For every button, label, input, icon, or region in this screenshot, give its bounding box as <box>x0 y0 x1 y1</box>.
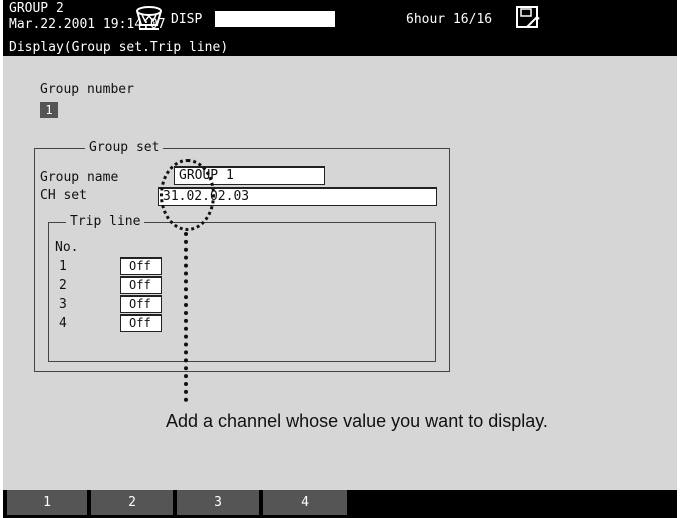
group-indicator: GROUP 2 <box>9 1 64 16</box>
softkey-2[interactable]: 2 <box>91 490 173 515</box>
group-number-field[interactable]: 1 <box>40 102 58 118</box>
screen-title-bar: Display(Group set.Trip line) <box>3 40 677 56</box>
trip-line-frame <box>48 222 436 362</box>
trip-line-4-field[interactable]: Off <box>120 314 162 332</box>
annotation-text: Add a channel whose value you want to di… <box>166 411 548 431</box>
softkey-3[interactable]: 3 <box>177 490 259 515</box>
softkey-bar: 1 2 3 4 <box>3 490 677 518</box>
group-name-label: Group name <box>40 170 119 185</box>
disp-label: DISP <box>171 12 203 27</box>
trip-line-no-header: No. <box>55 240 79 255</box>
group-set-legend: Group set <box>85 140 164 155</box>
trip-line-no-4: 4 <box>59 316 67 331</box>
ch-set-label: CH set <box>40 188 87 203</box>
trip-line-1-field[interactable]: Off <box>120 257 162 275</box>
time-info: 6hour 16/16 <box>406 12 493 27</box>
softkey-1[interactable]: 1 <box>7 490 87 515</box>
trip-line-no-3: 3 <box>59 297 67 312</box>
screen-title: Display(Group set.Trip line) <box>9 40 229 55</box>
annotation-leader-line <box>184 232 188 402</box>
trip-line-3-field[interactable]: Off <box>120 295 162 313</box>
softkey-4[interactable]: 4 <box>263 490 347 515</box>
trip-line-no-2: 2 <box>59 278 67 293</box>
status-bar: GROUP 2 Mar.22.2001 19:14:07 DISP 6hour … <box>3 0 677 40</box>
disp-indicator-box <box>215 11 335 27</box>
trip-line-no-1: 1 <box>59 259 67 274</box>
group-number-label: Group number <box>40 82 134 97</box>
floppy-disk-icon <box>516 6 540 28</box>
disp-mode-icon <box>136 6 162 30</box>
trip-line-2-field[interactable]: Off <box>120 276 162 294</box>
annotation-highlight-circle <box>160 159 215 231</box>
trip-line-legend: Trip line <box>66 214 145 229</box>
